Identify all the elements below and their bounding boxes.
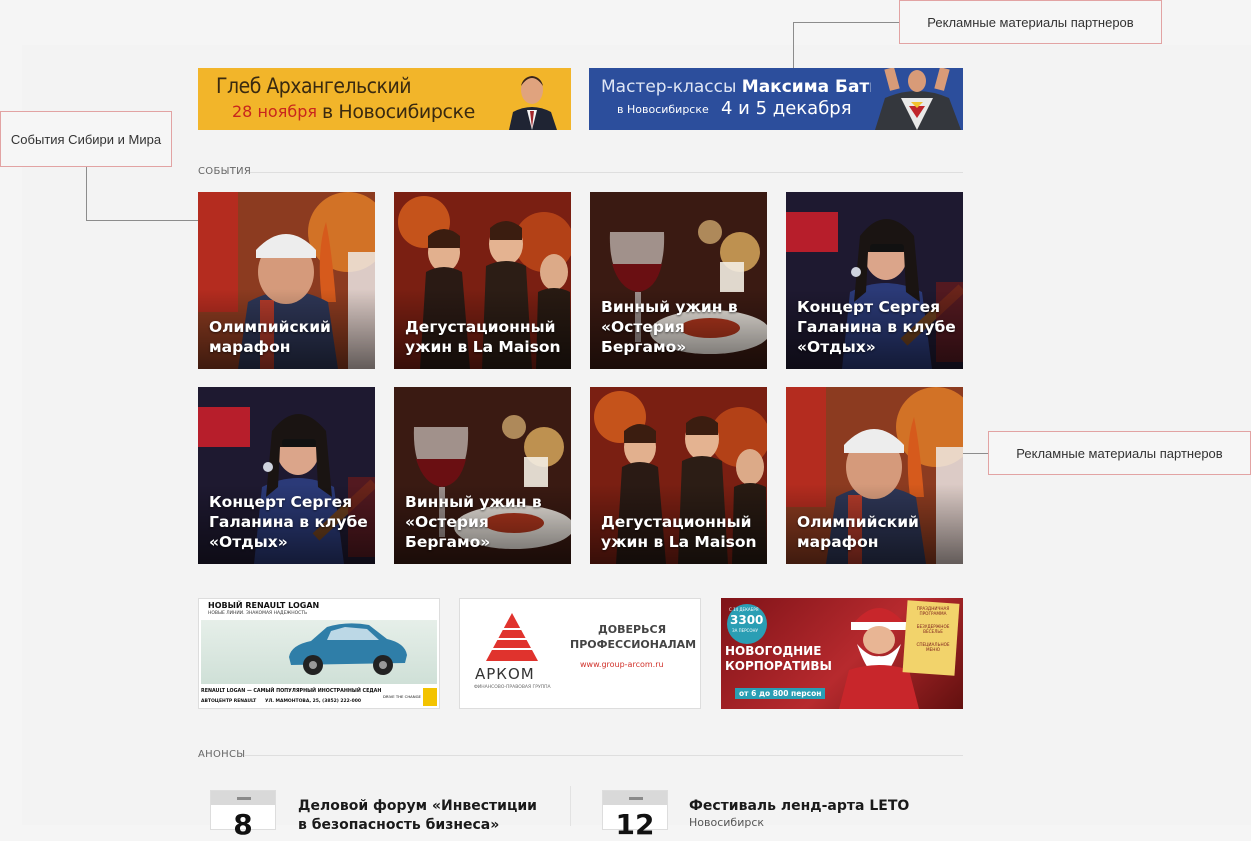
ad-price: 3300 bbox=[730, 613, 764, 627]
callout-connector bbox=[793, 22, 794, 72]
calendar-pin bbox=[629, 797, 643, 800]
ad-footer: RENAULT LOGAN — САМЫЙ ПОПУЛЯРНЫЙ ИНОСТРА… bbox=[201, 689, 382, 694]
ad-url[interactable]: www.group-arcom.ru bbox=[580, 660, 664, 669]
banner-speaker-name: Глеб Архангельский bbox=[216, 74, 412, 98]
callout-text: События Сибири и Мира bbox=[10, 131, 162, 147]
calendar-pin bbox=[237, 797, 251, 800]
event-caption: Олимпийский марафон bbox=[797, 513, 919, 551]
event-tile[interactable]: Концерт Сергея Галанина в клубе «Отдых» bbox=[786, 192, 963, 369]
ad-tagline: ФИНАНСОВО-ПРАВОВАЯ ГРУППА bbox=[474, 685, 551, 690]
section-title-announcements: АНОНСЫ bbox=[198, 749, 246, 760]
ad-date: С 14 ДЕКАБРЯ bbox=[729, 607, 759, 612]
announcement-title[interactable]: Деловой форум «Инвестиции в безопасность… bbox=[298, 797, 538, 835]
ad-headline: НОВЫЙ RENAULT LOGAN bbox=[208, 601, 320, 610]
ad-address: УЛ. МАМОНТОВА, 25, (3852) 222-000 bbox=[265, 699, 361, 704]
ad-dealer: АВТОЦЕНТР RENAULT bbox=[201, 699, 257, 704]
ad-note-1: ПРАЗДНИЧНАЯ ПРОГРАММА bbox=[916, 606, 950, 616]
event-tile[interactable]: Олимпийский марафон bbox=[786, 387, 963, 564]
ad-renault-logan[interactable]: НОВЫЙ RENAULT LOGAN НОВЫЕ ЛИНИИ. ЗНАКОМА… bbox=[198, 598, 440, 709]
event-tile[interactable]: Винный ужин в «Остерия Бергамо» bbox=[394, 387, 571, 564]
banner-city: в Новосибирске bbox=[617, 103, 709, 116]
announcement-divider bbox=[570, 786, 571, 826]
section-title-events: СОБЫТИЯ bbox=[198, 166, 252, 177]
event-tile[interactable]: Олимпийский марафон bbox=[198, 192, 375, 369]
callout-connector bbox=[86, 220, 200, 221]
event-tile[interactable]: Концерт Сергея Галанина в клубе «Отдых» bbox=[198, 387, 375, 564]
event-caption: Концерт Сергея Галанина в клубе «Отдых» bbox=[797, 298, 956, 356]
banner-date: 28 ноября bbox=[232, 102, 317, 121]
callout-text: Рекламные материалы партнеров bbox=[1016, 445, 1223, 461]
ad-note-2: БЕЗУДЕРЖНОЕ ВЕСЕЛЬЕ bbox=[916, 624, 950, 634]
banner-dates: 4 и 5 декабря bbox=[721, 98, 852, 119]
renault-logo-icon bbox=[423, 688, 437, 706]
ad-note-3: СПЕЦИАЛЬНОЕ МЕНЮ bbox=[916, 642, 950, 652]
speaker-photo bbox=[503, 68, 561, 130]
announcement-title[interactable]: Фестиваль ленд-арта LETO bbox=[689, 797, 929, 816]
divider bbox=[250, 172, 963, 173]
divider bbox=[245, 755, 963, 756]
event-caption: Винный ужин в «Остерия Бергамо» bbox=[601, 298, 738, 356]
event-tile[interactable]: Дегустационный ужин в La Maison bbox=[394, 192, 571, 369]
ad-guests: от 6 до 800 персон bbox=[735, 688, 826, 699]
speaker-photo bbox=[871, 68, 963, 130]
callout-text: Рекламные материалы партнеров bbox=[927, 14, 1134, 30]
ad-price-unit: ЗА ПЕРСОНУ bbox=[732, 628, 758, 633]
ad-title-1: НОВОГОДНИЕ bbox=[725, 644, 822, 658]
ad-corporate-parties[interactable]: С 14 ДЕКАБРЯ 3300 ЗА ПЕРСОНУ НОВОГОДНИЕ … bbox=[721, 598, 963, 709]
calendar-icon: 8 bbox=[210, 790, 276, 841]
banner-prefix: Мастер-классы bbox=[601, 77, 737, 97]
event-caption: Концерт Сергея Галанина в клубе «Отдых» bbox=[209, 493, 368, 551]
ad-line2: ПРОФЕССИОНАЛАМ bbox=[570, 638, 697, 651]
event-caption: Олимпийский марафон bbox=[209, 318, 331, 356]
event-tile[interactable]: Винный ужин в «Остерия Бергамо» bbox=[590, 192, 767, 369]
callout-events: События Сибири и Мира bbox=[0, 111, 172, 167]
event-caption: Дегустационный ужин в La Maison bbox=[405, 318, 561, 356]
ad-brand: АРКОМ bbox=[475, 665, 535, 683]
arkom-logo-icon bbox=[486, 613, 538, 661]
car-image bbox=[289, 623, 407, 675]
calendar-icon: 12 bbox=[602, 790, 668, 841]
ad-title-2: КОРПОРАТИВЫ bbox=[725, 659, 832, 673]
event-caption: Винный ужин в «Остерия Бергамо» bbox=[405, 493, 542, 551]
callout-connector bbox=[86, 167, 87, 220]
callout-partners-right: Рекламные материалы партнеров bbox=[988, 431, 1251, 475]
announcement-location: Новосибирск bbox=[689, 816, 765, 829]
banner-city: в Новосибирске bbox=[322, 101, 475, 123]
event-tile[interactable]: Дегустационный ужин в La Maison bbox=[590, 387, 767, 564]
banner-arkhangelsky[interactable]: Глеб Архангельский 28 ноября в Новосибир… bbox=[198, 68, 571, 130]
callout-partners-top: Рекламные материалы партнеров bbox=[899, 0, 1162, 44]
ad-line1: ДОВЕРЬСЯ bbox=[598, 623, 667, 636]
banner-batyrev[interactable]: Мастер-классы Максима Батырева в Новосиб… bbox=[589, 68, 963, 130]
ad-arkom[interactable]: АРКОМ ФИНАНСОВО-ПРАВОВАЯ ГРУППА ДОВЕРЬСЯ… bbox=[459, 598, 701, 709]
callout-connector bbox=[793, 22, 899, 23]
ad-slogan: DRIVE THE CHANGE bbox=[383, 694, 421, 699]
event-caption: Дегустационный ужин в La Maison bbox=[601, 513, 757, 551]
